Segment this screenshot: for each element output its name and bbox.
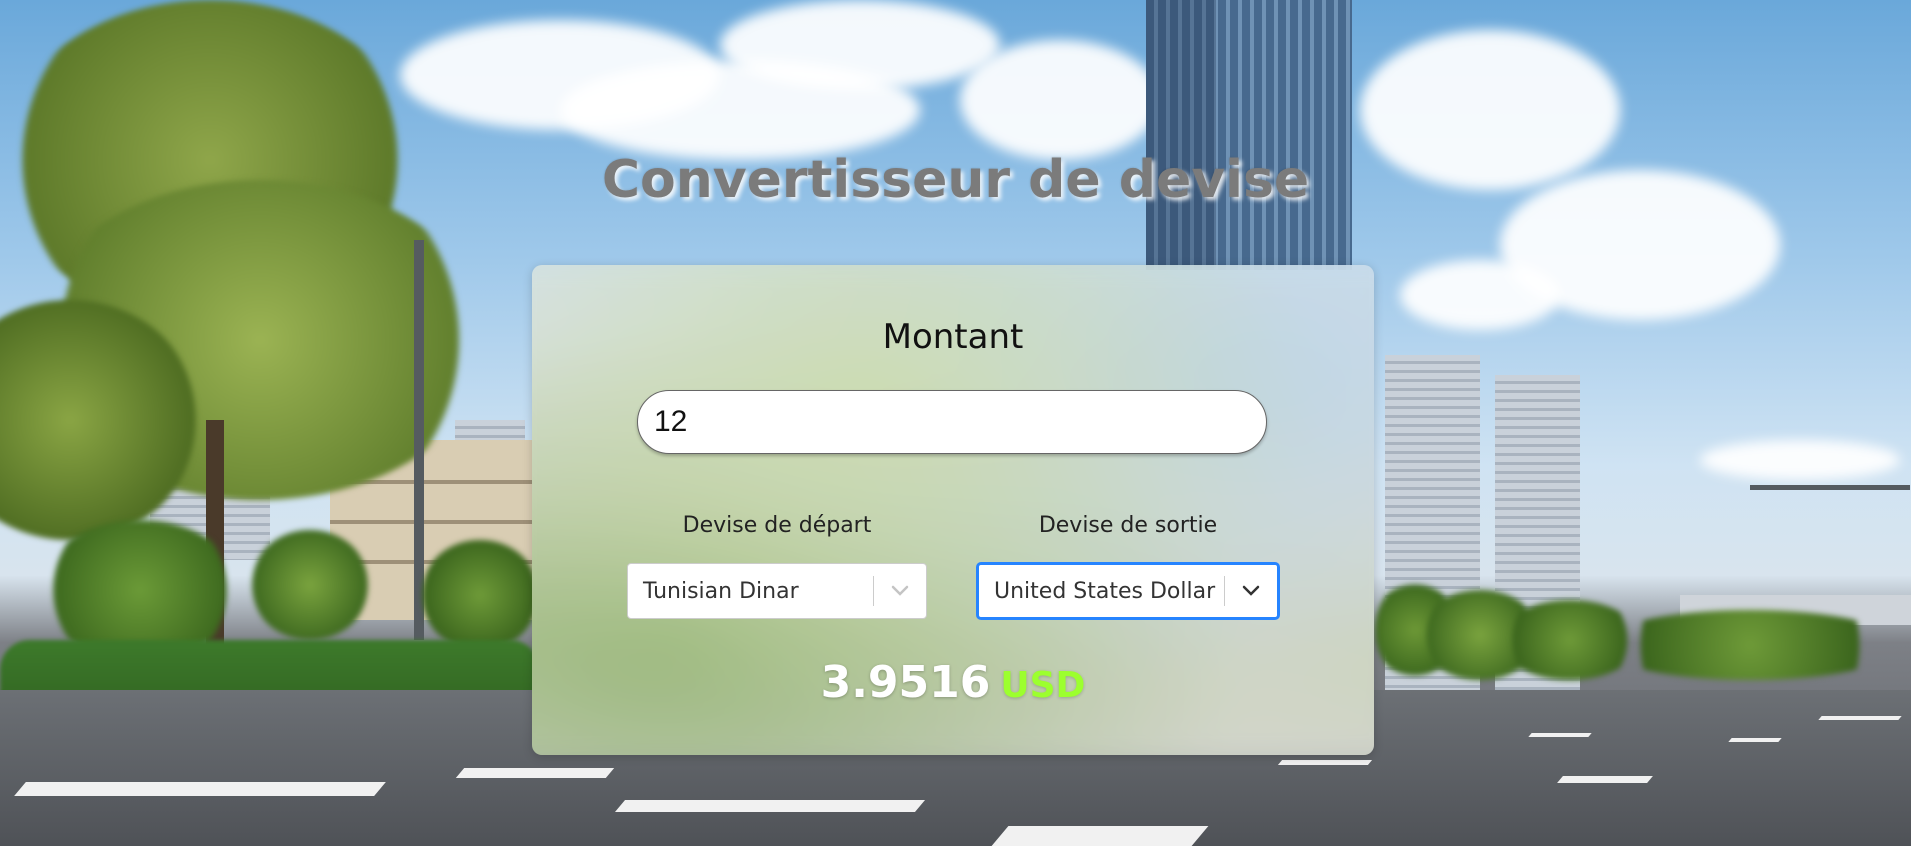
page-title: Convertisseur de devise: [601, 150, 1310, 210]
to-currency-select[interactable]: United States Dollar: [977, 563, 1279, 619]
background-photo: Convertisseur de devise Montant Devise d…: [0, 0, 1911, 846]
result-value: 3.9516: [820, 657, 991, 708]
amount-label: Montant: [882, 317, 1024, 357]
converter-card: Montant Devise de départ Devise de sorti…: [532, 265, 1374, 755]
conversion-result: 3.9516 USD: [532, 657, 1374, 708]
to-currency-value: United States Dollar: [994, 578, 1216, 604]
from-currency-select[interactable]: Tunisian Dinar: [627, 563, 927, 619]
amount-input[interactable]: [637, 390, 1267, 454]
to-currency-label: Devise de sortie: [1038, 513, 1218, 538]
result-currency: USD: [1000, 665, 1086, 706]
from-currency-value: Tunisian Dinar: [643, 578, 799, 604]
chevron-down-icon[interactable]: [874, 585, 926, 597]
from-currency-label: Devise de départ: [682, 513, 872, 538]
chevron-down-icon[interactable]: [1225, 585, 1277, 597]
